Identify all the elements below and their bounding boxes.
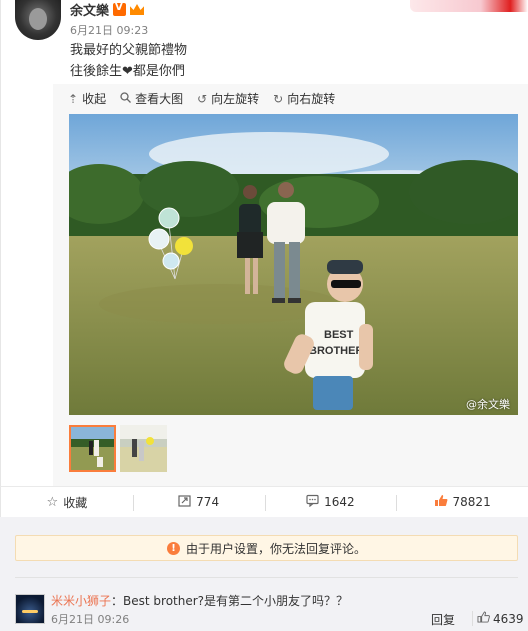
post-text-line1: 我最好的父親節禮物 bbox=[70, 43, 188, 58]
comment-username[interactable]: 米米小狮子 bbox=[51, 594, 111, 608]
comment-count: 1642 bbox=[324, 495, 355, 509]
like-button[interactable]: 78821 bbox=[396, 487, 528, 517]
crown-icon bbox=[130, 4, 145, 15]
media-toolbar: ⇡ 收起 查看大图 ↺ 向左旋转 ↻ 向右旋转 bbox=[68, 90, 335, 107]
repost-count: 774 bbox=[196, 495, 220, 509]
comment-divider bbox=[15, 577, 518, 578]
avatar[interactable] bbox=[15, 0, 61, 40]
thumbs-up-outline-icon bbox=[477, 611, 490, 626]
comment-avatar[interactable] bbox=[15, 594, 45, 624]
comment-like-button[interactable]: 4639 bbox=[472, 611, 524, 626]
comment-content: 米米小狮子：Best brother?是有第二个小朋友了吗？？ bbox=[51, 592, 348, 609]
comment-reply-button[interactable]: 回复 bbox=[431, 611, 455, 628]
comment-icon bbox=[306, 494, 319, 511]
rotate-left-icon: ↺ bbox=[197, 91, 208, 106]
post-text: 我最好的父親節禮物 往後餘生❤都是你們 bbox=[70, 40, 187, 82]
thumbnail-2-image bbox=[120, 425, 167, 472]
action-bar: ☆ 收藏 774 1642 78821 bbox=[0, 486, 528, 523]
comment-timestamp: 6月21日 09:26 bbox=[51, 613, 130, 626]
rotate-left-label: 向左旋转 bbox=[211, 92, 260, 106]
rotate-right-button[interactable]: ↻ 向右旋转 bbox=[273, 90, 335, 107]
view-large-label: 查看大图 bbox=[135, 92, 184, 106]
author-name[interactable]: 余文樂 bbox=[70, 0, 109, 19]
rotate-right-label: 向右旋转 bbox=[287, 92, 336, 106]
view-large-button[interactable]: 查看大图 bbox=[120, 90, 183, 107]
repost-icon bbox=[178, 494, 191, 511]
reply-restriction-notice: ! 由于用户设置，你无法回复评论。 bbox=[15, 535, 518, 561]
shirt-text-brother: BROTHER bbox=[309, 345, 363, 357]
thumbnail-1[interactable] bbox=[69, 425, 116, 472]
shirt-text-best: BEST bbox=[324, 329, 354, 341]
comment-separator: ： bbox=[111, 594, 124, 608]
post-timestamp[interactable]: 6月21日 09:23 bbox=[70, 22, 148, 38]
rotate-left-button[interactable]: ↺ 向左旋转 bbox=[197, 90, 259, 107]
post-text-line2: 往後餘生❤都是你們 bbox=[70, 64, 185, 79]
rotate-right-icon: ↻ bbox=[273, 91, 284, 106]
favorite-button[interactable]: ☆ 收藏 bbox=[1, 487, 133, 517]
main-photo[interactable]: BEST BROTHER @余文樂 bbox=[69, 114, 518, 415]
photo-watermark: @余文樂 bbox=[466, 398, 510, 411]
comment-button[interactable]: 1642 bbox=[264, 487, 397, 523]
warning-icon: ! bbox=[166, 541, 180, 555]
verified-badge-icon bbox=[113, 2, 127, 16]
magnifier-icon bbox=[120, 91, 132, 106]
favorite-label: 收藏 bbox=[63, 495, 88, 510]
collapse-button[interactable]: ⇡ 收起 bbox=[68, 90, 106, 107]
collapse-label: 收起 bbox=[82, 92, 107, 106]
like-count: 78821 bbox=[452, 495, 491, 509]
thumbnail-2[interactable] bbox=[120, 425, 167, 472]
photo-illustration: BEST BROTHER bbox=[69, 114, 518, 415]
star-icon: ☆ bbox=[46, 494, 59, 510]
thumbs-up-icon bbox=[434, 494, 448, 511]
repost-button[interactable]: 774 bbox=[132, 487, 265, 517]
comment-like-count: 4639 bbox=[493, 611, 524, 626]
thumbnail-1-image bbox=[71, 427, 114, 470]
post-author[interactable]: 余文樂 bbox=[70, 0, 145, 19]
avatar-face bbox=[29, 8, 47, 30]
comment-text: Best brother?是有第二个小朋友了吗？？ bbox=[123, 594, 349, 608]
card-decoration bbox=[410, 0, 528, 12]
notice-text: 由于用户设置，你无法回复评论。 bbox=[185, 541, 366, 556]
arrow-up-icon: ⇡ bbox=[68, 91, 79, 106]
